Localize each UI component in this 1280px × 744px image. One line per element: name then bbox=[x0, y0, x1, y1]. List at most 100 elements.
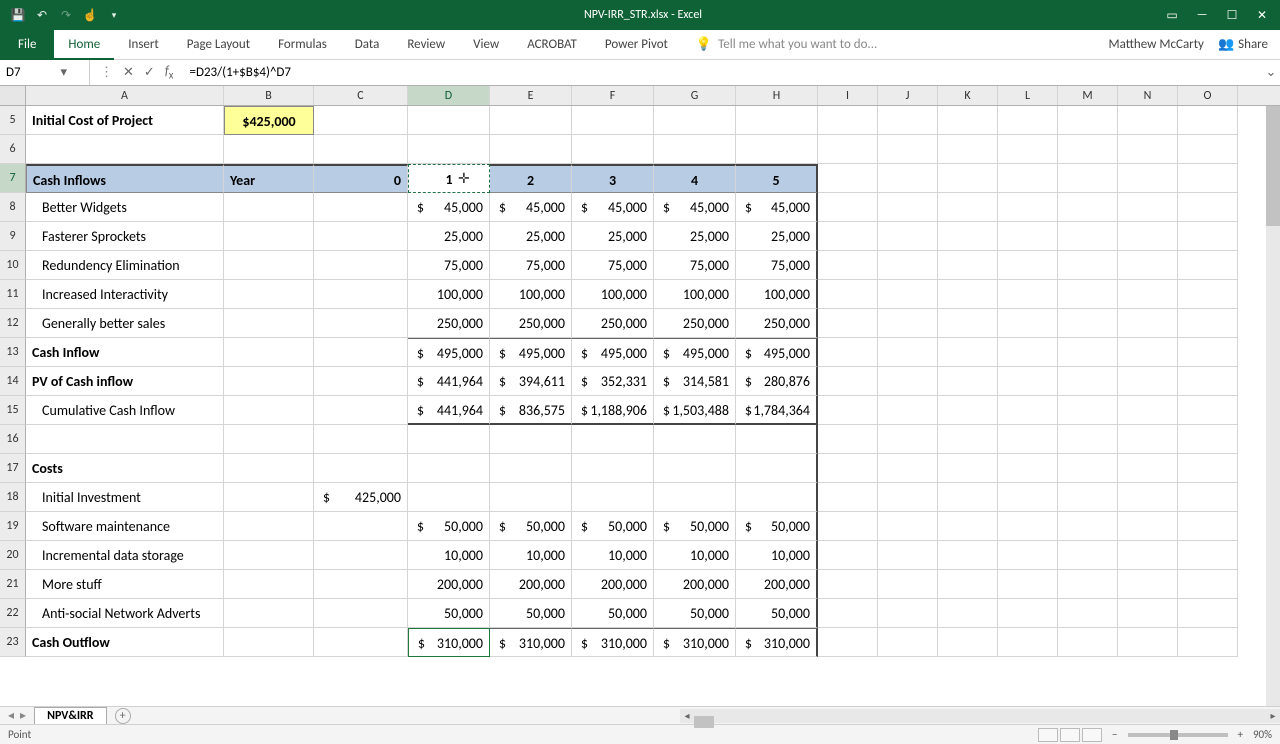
cell[interactable]: 50,000 bbox=[490, 599, 572, 628]
user-name[interactable]: Matthew McCarty bbox=[1108, 37, 1203, 52]
row-header[interactable]: 15 bbox=[0, 396, 26, 425]
col-header-i[interactable]: I bbox=[818, 86, 878, 105]
cell[interactable] bbox=[1178, 222, 1238, 251]
cell[interactable] bbox=[224, 338, 314, 367]
cell[interactable]: Costs bbox=[26, 454, 224, 483]
cell[interactable] bbox=[878, 338, 938, 367]
cell[interactable] bbox=[938, 454, 998, 483]
cell[interactable] bbox=[408, 106, 490, 135]
cell[interactable] bbox=[938, 367, 998, 396]
cell[interactable]: Anti-social Network Adverts bbox=[26, 599, 224, 628]
tab-formulas[interactable]: Formulas bbox=[264, 30, 341, 60]
cell[interactable]: $50,000 bbox=[572, 512, 654, 541]
name-box-dropdown-icon[interactable]: ▾ bbox=[45, 65, 84, 80]
cell[interactable]: 200,000 bbox=[572, 570, 654, 599]
cell[interactable] bbox=[818, 251, 878, 280]
cell[interactable] bbox=[1178, 338, 1238, 367]
cell[interactable] bbox=[878, 541, 938, 570]
cell[interactable] bbox=[1178, 628, 1238, 657]
scroll-right-icon[interactable]: ▸ bbox=[1266, 709, 1280, 722]
cell[interactable] bbox=[938, 309, 998, 338]
cell[interactable] bbox=[1118, 338, 1178, 367]
enter-formula-icon[interactable]: ✓ bbox=[144, 65, 155, 80]
cell[interactable] bbox=[938, 135, 998, 164]
cell[interactable]: More stuff bbox=[26, 570, 224, 599]
row-header[interactable]: 13 bbox=[0, 338, 26, 367]
cell[interactable]: 10,000 bbox=[654, 541, 736, 570]
row-header[interactable]: 14 bbox=[0, 367, 26, 396]
cell[interactable]: 250,000 bbox=[490, 309, 572, 338]
col-header-j[interactable]: J bbox=[878, 86, 938, 105]
cell[interactable]: 50,000 bbox=[572, 599, 654, 628]
cell[interactable]: Cash Inflows bbox=[26, 164, 224, 193]
cell[interactable] bbox=[878, 164, 938, 193]
cell[interactable]: $495,000 bbox=[490, 338, 572, 367]
tab-review[interactable]: Review bbox=[393, 30, 459, 60]
cell[interactable]: $45,000 bbox=[572, 193, 654, 222]
cell[interactable] bbox=[572, 106, 654, 135]
cell[interactable]: 50,000 bbox=[408, 599, 490, 628]
cell[interactable] bbox=[998, 280, 1058, 309]
cell[interactable] bbox=[1118, 193, 1178, 222]
cell[interactable] bbox=[1058, 367, 1118, 396]
cell[interactable] bbox=[878, 222, 938, 251]
cell[interactable]: $425,000 bbox=[314, 483, 408, 512]
cell[interactable]: $45,000 bbox=[408, 193, 490, 222]
worksheet-grid[interactable]: ✛ A B C D E F G H I J K L M N O 5Initial… bbox=[0, 86, 1280, 706]
cell[interactable] bbox=[224, 628, 314, 657]
cell[interactable] bbox=[818, 570, 878, 599]
cell[interactable] bbox=[818, 396, 878, 425]
tab-data[interactable]: Data bbox=[341, 30, 394, 60]
cell[interactable] bbox=[878, 483, 938, 512]
cell[interactable] bbox=[224, 309, 314, 338]
share-button[interactable]: 👥 Share bbox=[1218, 37, 1268, 52]
cell[interactable] bbox=[938, 338, 998, 367]
cell[interactable] bbox=[878, 135, 938, 164]
row-header[interactable]: 5 bbox=[0, 106, 26, 135]
cell[interactable] bbox=[998, 628, 1058, 657]
cell[interactable] bbox=[314, 628, 408, 657]
tab-home[interactable]: Home bbox=[54, 30, 114, 60]
cell[interactable] bbox=[938, 512, 998, 541]
cell[interactable] bbox=[1058, 251, 1118, 280]
cell[interactable] bbox=[408, 135, 490, 164]
cell[interactable] bbox=[572, 425, 654, 454]
cell[interactable]: 250,000 bbox=[408, 309, 490, 338]
close-icon[interactable]: ✕ bbox=[1254, 7, 1270, 23]
cell[interactable] bbox=[26, 425, 224, 454]
cell[interactable] bbox=[998, 570, 1058, 599]
cell[interactable] bbox=[818, 309, 878, 338]
cell[interactable]: 75,000 bbox=[408, 251, 490, 280]
cell[interactable]: Software maintenance bbox=[26, 512, 224, 541]
cell[interactable]: $280,876 bbox=[736, 367, 818, 396]
cell[interactable] bbox=[314, 106, 408, 135]
cell[interactable] bbox=[818, 193, 878, 222]
cell[interactable]: 100,000 bbox=[736, 280, 818, 309]
cell[interactable] bbox=[1058, 309, 1118, 338]
cell[interactable] bbox=[818, 425, 878, 454]
row-header[interactable]: 21 bbox=[0, 570, 26, 599]
cell[interactable] bbox=[938, 483, 998, 512]
cell[interactable] bbox=[938, 193, 998, 222]
cell[interactable] bbox=[654, 135, 736, 164]
cell[interactable] bbox=[818, 541, 878, 570]
cell[interactable]: $495,000 bbox=[408, 338, 490, 367]
cell[interactable]: 50,000 bbox=[736, 599, 818, 628]
horizontal-scrollbar[interactable]: ◂ ▸ bbox=[680, 709, 1280, 723]
cell[interactable] bbox=[224, 570, 314, 599]
cell[interactable]: $1,784,364 bbox=[736, 396, 818, 425]
cell[interactable] bbox=[998, 425, 1058, 454]
cell[interactable]: Cumulative Cash Inflow bbox=[26, 396, 224, 425]
row-header[interactable]: 7 bbox=[0, 164, 26, 193]
cell[interactable] bbox=[224, 193, 314, 222]
col-header-g[interactable]: G bbox=[654, 86, 736, 105]
cell[interactable] bbox=[1178, 309, 1238, 338]
cell[interactable] bbox=[878, 570, 938, 599]
cell[interactable]: 25,000 bbox=[490, 222, 572, 251]
cell[interactable] bbox=[1178, 454, 1238, 483]
cell[interactable] bbox=[314, 541, 408, 570]
cell[interactable] bbox=[998, 483, 1058, 512]
cell[interactable] bbox=[938, 164, 998, 193]
cell[interactable]: $394,611 bbox=[490, 367, 572, 396]
cell[interactable] bbox=[1058, 483, 1118, 512]
